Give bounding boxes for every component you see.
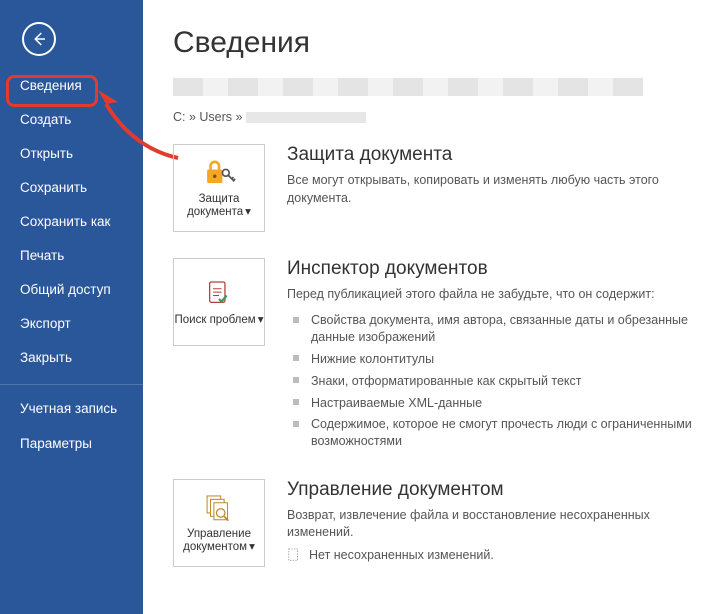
sidebar-item-label: Закрыть <box>20 350 72 365</box>
sidebar-item-label: Сведения <box>20 78 82 93</box>
document-path: C: » Users » <box>173 110 720 124</box>
chevron-down-icon: ▾ <box>258 314 264 327</box>
sidebar-item-share[interactable]: Общий доступ <box>0 274 143 305</box>
sidebar-item-label: Общий доступ <box>20 282 111 297</box>
lock-key-icon <box>202 157 236 187</box>
sidebar-item-label: Экспорт <box>20 316 71 331</box>
manage-document-button[interactable]: Управление документом▾ <box>173 479 265 567</box>
list-item: Нижние колонтитулы <box>287 348 700 370</box>
tile-label: Поиск проблем <box>175 314 256 326</box>
sidebar-item-label: Открыть <box>20 146 73 161</box>
tile-label: Управление документом <box>183 528 251 553</box>
sidebar-separator <box>0 384 143 385</box>
protect-title: Защита документа <box>287 144 700 166</box>
list-item: Свойства документа, имя автора, связанны… <box>287 310 700 349</box>
chevron-down-icon: ▾ <box>245 206 251 219</box>
protect-desc: Все могут открывать, копировать и изменя… <box>287 172 700 207</box>
document-name-redacted <box>173 78 643 96</box>
manage-desc: Возврат, извлечение файла и восстановлен… <box>287 507 700 542</box>
list-item: Содержимое, которое не смогут прочесть л… <box>287 414 700 453</box>
inspect-document-button[interactable]: Поиск проблем▾ <box>173 258 265 346</box>
sidebar-item-close[interactable]: Закрыть <box>0 342 143 373</box>
sidebar-item-label: Сохранить <box>20 180 87 195</box>
inspect-desc: Перед публикацией этого файла не забудьт… <box>287 286 700 304</box>
section-inspect: Поиск проблем▾ Инспектор документов Пере… <box>173 258 720 453</box>
sidebar-item-options[interactable]: Параметры <box>0 428 143 459</box>
sidebar-item-info[interactable]: Сведения <box>0 70 143 101</box>
path-prefix: C: » Users » <box>173 110 242 124</box>
backstage-sidebar: Сведения Создать Открыть Сохранить Сохра… <box>0 0 143 614</box>
document-small-icon <box>287 548 301 562</box>
sidebar-item-save-as[interactable]: Сохранить как <box>0 206 143 237</box>
sidebar-item-label: Создать <box>20 112 71 127</box>
sidebar-item-label: Параметры <box>20 436 92 451</box>
path-redacted <box>246 112 366 123</box>
document-versions-icon <box>202 492 236 522</box>
sidebar-item-export[interactable]: Экспорт <box>0 308 143 339</box>
section-manage: Управление документом▾ Управление докуме… <box>173 479 720 567</box>
sidebar-item-label: Сохранить как <box>20 214 110 229</box>
backstage-content: Сведения C: » Users » Защита документа▾ … <box>143 0 720 614</box>
tile-label: Защита документа <box>187 193 243 218</box>
sidebar-item-save[interactable]: Сохранить <box>0 172 143 203</box>
inspect-title: Инспектор документов <box>287 258 700 280</box>
sidebar-item-label: Печать <box>20 248 64 263</box>
list-item: Знаки, отформатированные как скрытый тек… <box>287 370 700 392</box>
document-check-icon <box>202 278 236 308</box>
inspect-list: Свойства документа, имя автора, связанны… <box>287 310 700 453</box>
unsaved-row: Нет несохраненных изменений. <box>287 548 700 562</box>
arrow-left-icon <box>30 30 48 48</box>
protect-document-button[interactable]: Защита документа▾ <box>173 144 265 232</box>
back-button[interactable] <box>22 22 56 56</box>
sidebar-item-print[interactable]: Печать <box>0 240 143 271</box>
sidebar-item-account[interactable]: Учетная запись <box>0 393 143 425</box>
sidebar-item-label: Учетная запись <box>20 401 117 416</box>
page-title: Сведения <box>173 26 720 60</box>
list-item: Настраиваемые XML-данные <box>287 392 700 414</box>
sidebar-item-new[interactable]: Создать <box>0 104 143 135</box>
manage-title: Управление документом <box>287 479 700 501</box>
chevron-down-icon: ▾ <box>249 541 255 554</box>
sidebar-item-open[interactable]: Открыть <box>0 138 143 169</box>
section-protect: Защита документа▾ Защита документа Все м… <box>173 144 720 232</box>
unsaved-text: Нет несохраненных изменений. <box>309 548 494 562</box>
